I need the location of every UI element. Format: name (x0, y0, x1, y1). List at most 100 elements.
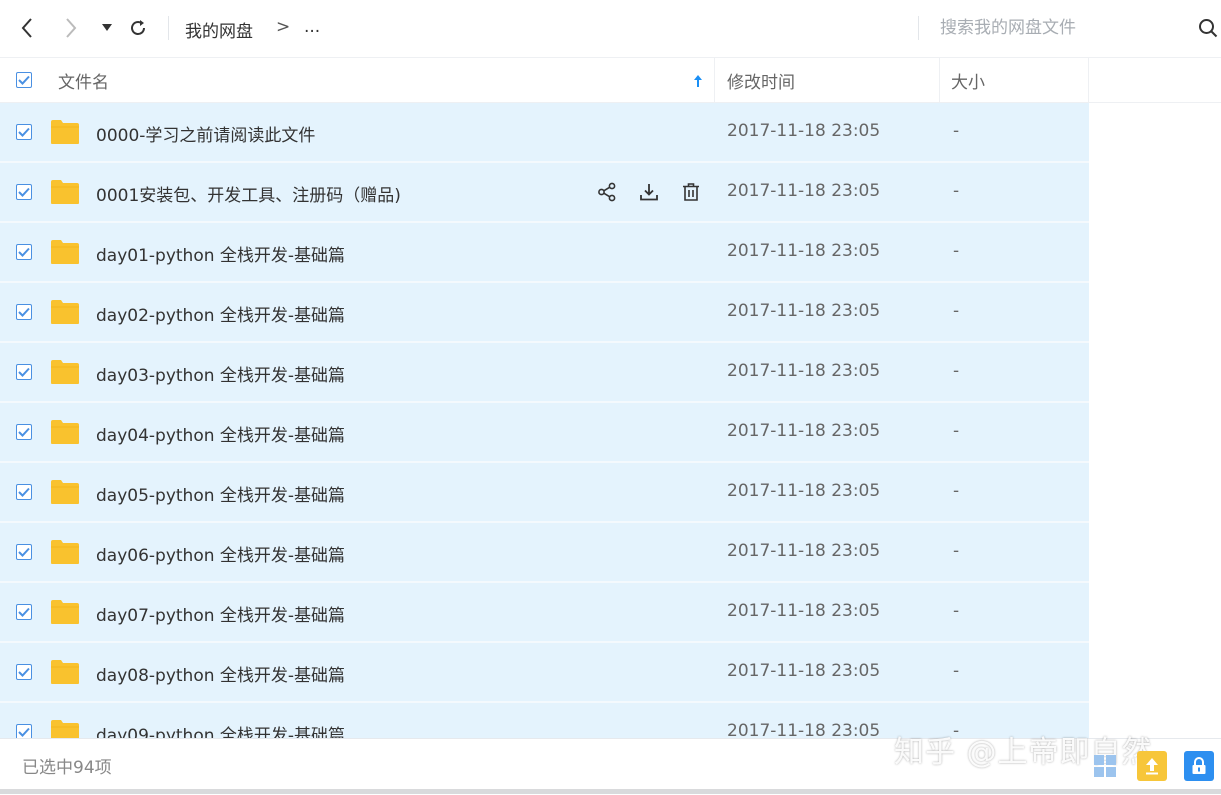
file-size: - (953, 601, 960, 621)
lock-icon (1192, 757, 1206, 774)
delete-button[interactable] (678, 179, 704, 205)
file-row[interactable]: day02-python 全栈开发-基础篇 2017-11-18 23:05 - (0, 283, 1089, 343)
sort-up-arrow-icon (694, 75, 702, 87)
column-divider (714, 58, 715, 102)
folder-icon (51, 240, 79, 264)
file-name[interactable]: day08-python 全栈开发-基础篇 (96, 661, 345, 686)
toolbar: 我的网盘 > ... (0, 0, 1221, 58)
folder-icon (51, 360, 79, 384)
chevron-right-icon (66, 18, 77, 38)
file-modified: 2017-11-18 23:05 (727, 481, 881, 501)
file-name[interactable]: 0001安装包、开发工具、注册码（赠品) (96, 181, 401, 206)
file-modified: 2017-11-18 23:05 (727, 241, 881, 261)
column-header-size[interactable]: 大小 (951, 58, 985, 102)
download-icon (640, 184, 658, 201)
row-checkbox[interactable] (16, 604, 32, 620)
file-row[interactable]: day06-python 全栈开发-基础篇 2017-11-18 23:05 - (0, 523, 1089, 583)
folder-icon (51, 180, 79, 204)
check-icon (18, 367, 30, 377)
row-checkbox[interactable] (16, 724, 32, 738)
row-checkbox[interactable] (16, 184, 32, 200)
download-button[interactable] (636, 179, 662, 205)
file-modified: 2017-11-18 23:05 (727, 721, 881, 738)
search-icon (1199, 19, 1218, 38)
file-name[interactable]: day05-python 全栈开发-基础篇 (96, 481, 345, 506)
sort-button[interactable] (690, 67, 706, 95)
row-checkbox[interactable] (16, 424, 32, 440)
file-size: - (953, 481, 960, 501)
file-size: - (953, 301, 960, 321)
file-row[interactable]: day04-python 全栈开发-基础篇 2017-11-18 23:05 - (0, 403, 1089, 463)
file-row[interactable]: day07-python 全栈开发-基础篇 2017-11-18 23:05 - (0, 583, 1089, 643)
refresh-button[interactable] (124, 14, 152, 42)
row-checkbox[interactable] (16, 484, 32, 500)
window-bottom-edge (0, 789, 1221, 794)
file-list-header: 文件名 修改时间 大小 (0, 58, 1221, 103)
check-icon (18, 667, 30, 677)
file-modified: 2017-11-18 23:05 (727, 601, 881, 621)
row-checkbox[interactable] (16, 364, 32, 380)
breadcrumb-more[interactable]: ... (304, 17, 320, 37)
file-name[interactable]: 0000-学习之前请阅读此文件 (96, 121, 315, 146)
file-size: - (953, 181, 960, 201)
toolbar-divider (918, 16, 919, 40)
check-icon (18, 487, 30, 497)
file-name[interactable]: day01-python 全栈开发-基础篇 (96, 241, 345, 266)
column-divider (1088, 58, 1089, 102)
back-button[interactable] (14, 14, 40, 42)
selection-count: 已选中94项 (22, 758, 112, 778)
grid-view-button[interactable] (1090, 751, 1120, 781)
file-row[interactable]: day05-python 全栈开发-基础篇 2017-11-18 23:05 - (0, 463, 1089, 523)
folder-icon (51, 120, 79, 144)
file-size: - (953, 541, 960, 561)
row-checkbox[interactable] (16, 124, 32, 140)
row-checkbox[interactable] (16, 304, 32, 320)
check-icon (18, 427, 30, 437)
breadcrumb-separator: > (276, 17, 291, 37)
folder-icon (51, 480, 79, 504)
file-size: - (953, 241, 960, 261)
share-button[interactable] (594, 179, 620, 205)
file-row[interactable]: 0000-学习之前请阅读此文件 2017-11-18 23:05 - (0, 103, 1089, 163)
file-name[interactable]: day06-python 全栈开发-基础篇 (96, 541, 345, 566)
file-name[interactable]: day04-python 全栈开发-基础篇 (96, 421, 345, 446)
forward-button[interactable] (58, 14, 84, 42)
check-icon (18, 187, 30, 197)
grid-view-icon (1094, 755, 1116, 777)
column-header-modified[interactable]: 修改时间 (727, 58, 795, 102)
file-name[interactable]: day09-python 全栈开发-基础篇 (96, 721, 345, 738)
file-modified: 2017-11-18 23:05 (727, 181, 881, 201)
share-icon (598, 182, 616, 202)
file-row[interactable]: day08-python 全栈开发-基础篇 2017-11-18 23:05 - (0, 643, 1089, 703)
check-icon (18, 307, 30, 317)
refresh-icon (131, 20, 145, 35)
folder-icon (51, 300, 79, 324)
file-row[interactable]: day03-python 全栈开发-基础篇 2017-11-18 23:05 - (0, 343, 1089, 403)
row-checkbox[interactable] (16, 544, 32, 560)
breadcrumb-root[interactable]: 我的网盘 (185, 17, 253, 42)
file-name[interactable]: day03-python 全栈开发-基础篇 (96, 361, 345, 386)
search-button[interactable] (1196, 14, 1220, 42)
lock-button[interactable] (1184, 751, 1214, 781)
row-checkbox[interactable] (16, 244, 32, 260)
folder-icon (51, 600, 79, 624)
file-size: - (953, 661, 960, 681)
select-all-checkbox[interactable] (16, 72, 32, 88)
history-dropdown[interactable] (98, 14, 116, 42)
upload-button[interactable] (1137, 751, 1167, 781)
folder-icon (51, 720, 79, 738)
file-row[interactable]: 0001安装包、开发工具、注册码（赠品) 2017-11-18 23:05 - (0, 163, 1089, 223)
search-input[interactable] (930, 12, 1205, 44)
toolbar-divider (168, 16, 169, 40)
check-icon (18, 727, 30, 737)
file-name[interactable]: day07-python 全栈开发-基础篇 (96, 601, 345, 626)
file-modified: 2017-11-18 23:05 (727, 421, 881, 441)
row-checkbox[interactable] (16, 664, 32, 680)
file-row[interactable]: day01-python 全栈开发-基础篇 2017-11-18 23:05 - (0, 223, 1089, 283)
caret-down-icon (102, 24, 112, 31)
folder-icon (51, 420, 79, 444)
file-size: - (953, 361, 960, 381)
column-header-name[interactable]: 文件名 (58, 58, 109, 102)
file-modified: 2017-11-18 23:05 (727, 661, 881, 681)
file-name[interactable]: day02-python 全栈开发-基础篇 (96, 301, 345, 326)
